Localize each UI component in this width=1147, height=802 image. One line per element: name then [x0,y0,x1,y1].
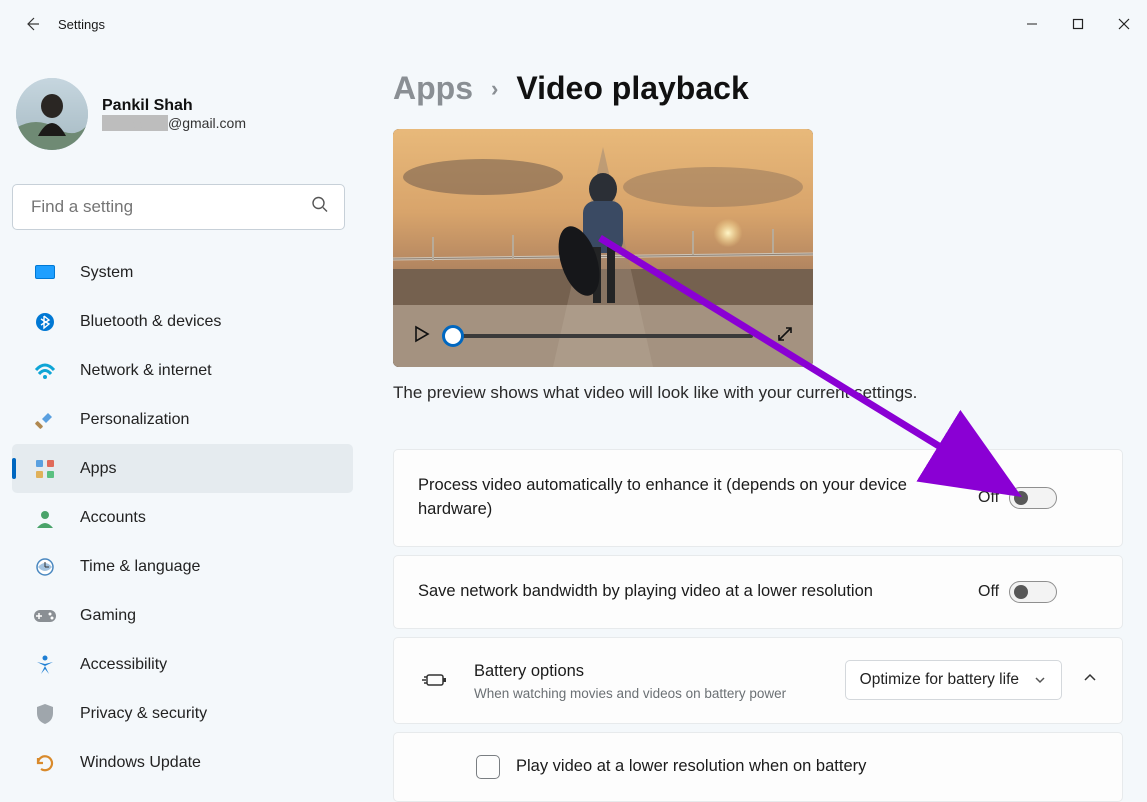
update-icon [32,750,58,776]
personalization-icon [32,407,58,433]
expand-icon [775,324,795,344]
search [12,184,345,230]
toggle-state: Off [978,489,999,507]
sidebar-item-bluetooth[interactable]: Bluetooth & devices [12,297,353,346]
seek-slider[interactable] [453,334,753,338]
sidebar-item-label: Bluetooth & devices [80,313,221,331]
setting-battery-low-res: Play video at a lower resolution when on… [393,732,1123,802]
video-preview [393,129,813,367]
profile[interactable]: Pankil Shah xx@gmail.com [12,62,355,184]
profile-name: Pankil Shah [102,97,246,115]
save-bandwidth-toggle[interactable] [1009,581,1057,603]
minimize-icon [1026,18,1038,30]
sidebar-item-label: Apps [80,460,116,478]
sidebar-item-label: Accounts [80,509,146,527]
back-button[interactable] [18,10,46,38]
breadcrumb: Apps › Video playback [393,70,1123,107]
expand-button[interactable] [1082,670,1098,691]
setting-save-bandwidth: Save network bandwidth by playing video … [393,555,1123,629]
minimize-button[interactable] [1009,5,1055,43]
chevron-right-icon: › [491,76,498,102]
sidebar-item-label: Windows Update [80,754,201,772]
toggle-knob [1014,585,1028,599]
bluetooth-icon [32,309,58,335]
settings-cards: Process video automatically to enhance i… [393,449,1123,802]
sidebar-item-label: Gaming [80,607,136,625]
titlebar: Settings [0,0,1147,48]
network-icon [32,358,58,384]
setting-process-video: Process video automatically to enhance i… [393,449,1123,547]
fullscreen-button[interactable] [775,324,795,349]
close-icon [1118,18,1130,30]
process-video-toggle[interactable] [1009,487,1057,509]
profile-email: xx@gmail.com [102,115,246,131]
apps-icon [32,456,58,482]
gaming-icon [32,603,58,629]
maximize-button[interactable] [1055,5,1101,43]
system-icon [32,260,58,286]
preview-helper-text: The preview shows what video will look l… [393,383,1123,403]
breadcrumb-current: Video playback [516,70,748,107]
setting-label: Save network bandwidth by playing video … [418,580,978,604]
sidebar-item-label: Personalization [80,411,189,429]
setting-title: Battery options [474,660,845,684]
sidebar-item-accounts[interactable]: Accounts [12,493,353,542]
battery-low-res-checkbox[interactable] [476,755,500,779]
sidebar-item-accessibility[interactable]: Accessibility [12,640,353,689]
sidebar-item-personalization[interactable]: Personalization [12,395,353,444]
window-controls [1009,5,1147,43]
setting-battery-options: Battery options When watching movies and… [393,637,1123,724]
arrow-left-icon [24,16,40,32]
sidebar-item-label: System [80,264,133,282]
sidebar-item-network[interactable]: Network & internet [12,346,353,395]
time-icon [32,554,58,580]
preview-controls [393,305,813,367]
profile-email-suffix: @gmail.com [168,115,246,131]
select-value: Optimize for battery life [860,671,1019,689]
sidebar-item-apps[interactable]: Apps [12,444,353,493]
sidebar-item-update[interactable]: Windows Update [12,738,353,787]
sidebar-item-time[interactable]: Time & language [12,542,353,591]
sidebar-item-system[interactable]: System [12,248,353,297]
chevron-down-icon [1033,673,1047,687]
chevron-up-icon [1082,670,1098,686]
sidebar-item-gaming[interactable]: Gaming [12,591,353,640]
sidebar: Pankil Shah xx@gmail.com System Bluetooth… [0,48,355,802]
setting-label: Process video automatically to enhance i… [418,474,978,522]
accounts-icon [32,505,58,531]
toggle-knob [1014,491,1028,505]
setting-subtitle: When watching movies and videos on batte… [474,686,845,701]
sidebar-item-label: Accessibility [80,656,167,674]
breadcrumb-parent[interactable]: Apps [393,70,473,107]
privacy-icon [32,701,58,727]
toggle-state: Off [978,583,999,601]
close-button[interactable] [1101,5,1147,43]
play-icon [411,324,431,344]
search-input[interactable] [12,184,345,230]
setting-label: Play video at a lower resolution when on… [516,755,866,779]
sidebar-nav: System Bluetooth & devices Network & inter… [12,248,353,787]
maximize-icon [1072,18,1084,30]
sidebar-item-label: Time & language [80,558,200,576]
slider-thumb[interactable] [442,325,464,347]
battery-option-select[interactable]: Optimize for battery life [845,660,1062,700]
main-content: Apps › Video playback [355,48,1147,802]
sidebar-item-label: Privacy & security [80,705,207,723]
sidebar-item-label: Network & internet [80,362,212,380]
search-icon [311,196,329,219]
avatar [16,78,88,150]
window-title: Settings [58,17,105,32]
accessibility-icon [32,652,58,678]
sidebar-item-privacy[interactable]: Privacy & security [12,689,353,738]
battery-icon [418,670,452,690]
play-button[interactable] [411,324,431,349]
